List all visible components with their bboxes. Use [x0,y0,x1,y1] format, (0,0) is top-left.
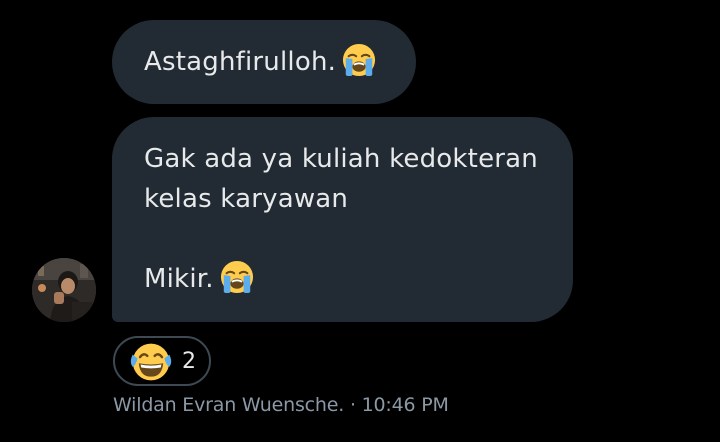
message-meta: Wildan Evran Wuensche. · 10:46 PM [113,394,449,416]
loudly-crying-face-icon [342,43,376,77]
conversation-view: Astaghfirulloh. Gak ada ya kuliah kedokt… [0,0,720,442]
meta-separator: · [349,394,356,416]
reaction-button[interactable]: 2 [113,336,211,386]
avatar-photo-icon [32,258,96,322]
sender-name[interactable]: Wildan Evran Wuensche. [113,394,344,416]
loudly-crying-face-icon [220,260,254,294]
avatar[interactable] [32,258,96,322]
message-text: Mikir. [144,264,214,294]
message-line: Astaghfirulloh. [144,42,384,82]
message-line: Gak ada ya kuliah kedokteran [144,144,538,174]
message-bubble[interactable]: Gak ada ya kuliah kedokteran kelas karya… [112,117,573,322]
message-line: Mikir. [144,259,541,299]
message-bubble[interactable]: Astaghfirulloh. [112,20,416,104]
message-line: kelas karyawan [144,184,349,214]
message-timestamp: 10:46 PM [361,394,449,416]
face-with-tears-of-joy-icon [129,340,173,384]
reaction-count: 2 [182,348,196,374]
message-text: Astaghfirulloh. [144,47,337,77]
